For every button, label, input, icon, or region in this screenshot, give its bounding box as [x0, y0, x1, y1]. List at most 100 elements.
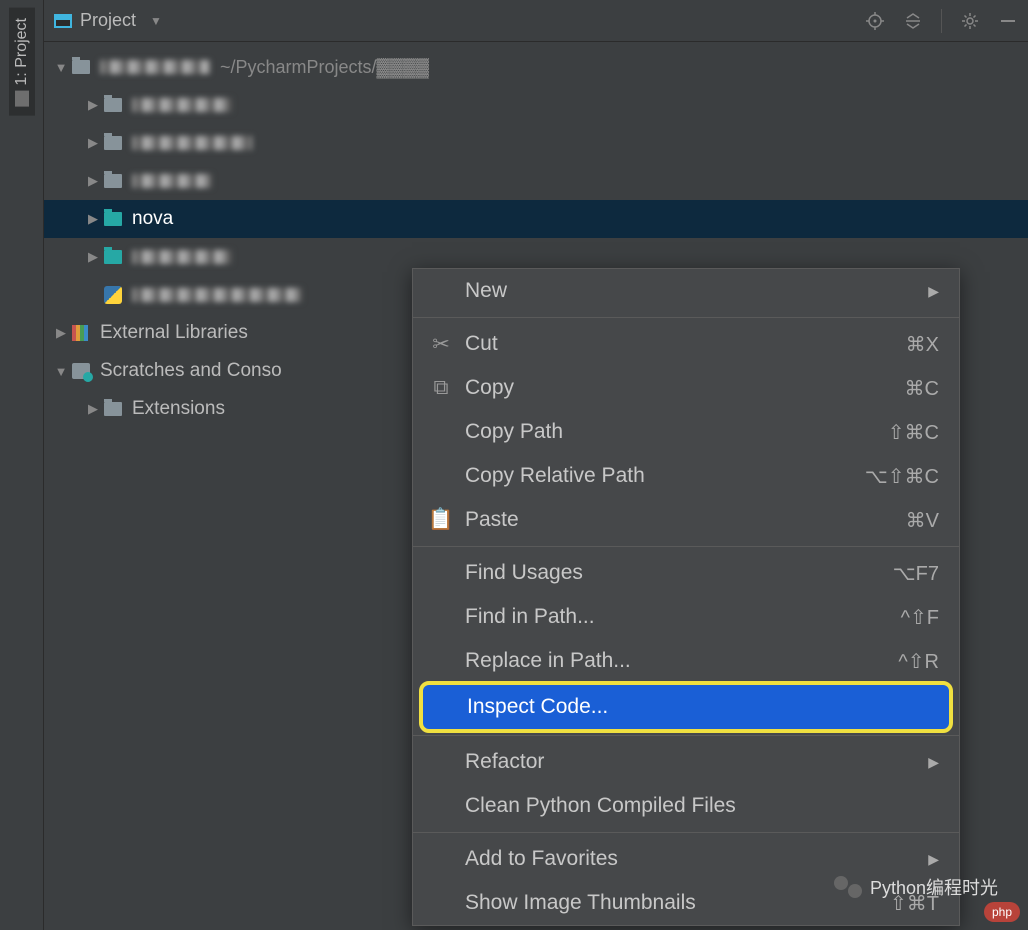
tree-item[interactable]: [44, 86, 1028, 124]
menu-paste[interactable]: 📋 Paste ⌘V: [413, 498, 959, 542]
menu-shortcut: ^⇧R: [898, 649, 939, 674]
menu-separator: [413, 317, 959, 318]
tree-root[interactable]: ~/PycharmProjects/▓▓▓▓: [44, 48, 1028, 86]
project-toolbar: Project ▼: [44, 0, 1028, 42]
tree-label: nova: [132, 208, 173, 230]
watermark: Python编程时光: [834, 874, 998, 900]
menu-label: Clean Python Compiled Files: [465, 794, 736, 818]
tree-label: Extensions: [132, 398, 225, 420]
toolbar-left[interactable]: Project ▼: [54, 10, 162, 31]
collapse-all-icon[interactable]: [903, 11, 923, 31]
chevron-right-icon: ▶: [928, 754, 939, 771]
menu-copy-relative-path[interactable]: Copy Relative Path ⌥⇧⌘C: [413, 454, 959, 498]
side-tab-bar: 1: Project: [0, 0, 44, 930]
menu-label: Copy: [465, 376, 514, 400]
python-file-icon: [104, 286, 122, 304]
folder-icon: [104, 250, 122, 264]
menu-shortcut: ⌘X: [906, 332, 939, 357]
menu-label: New: [465, 279, 507, 303]
scissors-icon: ✂: [431, 334, 451, 354]
side-tab-label: 1: Project: [13, 18, 31, 86]
menu-cut[interactable]: ✂ Cut ⌘X: [413, 322, 959, 366]
folder-icon: [104, 136, 122, 150]
expand-arrow-icon[interactable]: [54, 364, 68, 379]
copy-icon: ⧉: [431, 378, 451, 398]
expand-arrow-icon[interactable]: [86, 135, 100, 151]
menu-shortcut: ⇧⌘C: [888, 420, 939, 445]
chevron-right-icon: ▶: [928, 851, 939, 868]
menu-label: Replace in Path...: [465, 649, 631, 673]
menu-new[interactable]: New ▶: [413, 269, 959, 313]
clipboard-icon: 📋: [431, 510, 451, 530]
menu-label: Copy Relative Path: [465, 464, 645, 488]
locate-icon[interactable]: [865, 11, 885, 31]
expand-arrow-icon[interactable]: [86, 97, 100, 113]
menu-label: Find Usages: [465, 561, 583, 585]
tree-item-nova[interactable]: nova: [44, 200, 1028, 238]
menu-find-usages[interactable]: Find Usages ⌥F7: [413, 551, 959, 595]
expand-arrow-icon[interactable]: [54, 325, 68, 341]
tree-label: External Libraries: [100, 322, 248, 344]
expand-arrow-icon[interactable]: [86, 173, 100, 189]
menu-label: Show Image Thumbnails: [465, 891, 696, 915]
folder-icon: [15, 91, 29, 107]
menu-separator: [413, 832, 959, 833]
tree-label-blurred: [100, 60, 210, 74]
context-menu: New ▶ ✂ Cut ⌘X ⧉ Copy ⌘C Copy Path ⇧⌘C: [412, 268, 960, 926]
minimize-icon[interactable]: [998, 11, 1018, 31]
menu-separator: [413, 546, 959, 547]
expand-arrow-icon[interactable]: [86, 401, 100, 417]
tree-label-blurred: [132, 288, 302, 302]
folder-icon: [72, 60, 90, 74]
menu-label: Cut: [465, 332, 498, 356]
menu-shortcut: ^⇧F: [901, 605, 939, 630]
menu-refactor[interactable]: Refactor ▶: [413, 740, 959, 784]
scratches-icon: [72, 363, 90, 379]
tree-label-blurred: [132, 136, 252, 150]
divider: [941, 9, 942, 33]
gear-icon[interactable]: [960, 11, 980, 31]
folder-icon: [104, 402, 122, 416]
menu-shortcut: ⌥⇧⌘C: [865, 464, 939, 489]
tree-item[interactable]: [44, 124, 1028, 162]
menu-shortcut: ⌘V: [906, 508, 939, 533]
tree-label: Scratches and Conso: [100, 360, 282, 382]
menu-label: Refactor: [465, 750, 544, 774]
menu-separator: [413, 735, 959, 736]
expand-arrow-icon[interactable]: [86, 211, 100, 227]
tree-path: ~/PycharmProjects/▓▓▓▓: [220, 57, 429, 78]
menu-shortcut: ⌥F7: [893, 561, 939, 586]
folder-icon: [104, 98, 122, 112]
folder-icon: [104, 212, 122, 226]
side-tab-project[interactable]: 1: Project: [9, 8, 35, 116]
tree-label-blurred: [132, 98, 232, 112]
menu-shortcut: ⌘C: [905, 376, 939, 401]
wechat-icon: [834, 876, 862, 898]
menu-inspect-code[interactable]: Inspect Code...: [419, 681, 953, 733]
menu-label: Find in Path...: [465, 605, 595, 629]
menu-copy-path[interactable]: Copy Path ⇧⌘C: [413, 410, 959, 454]
tree-label-blurred: [132, 174, 212, 188]
chevron-right-icon: ▶: [928, 283, 939, 300]
tree-label-blurred: [132, 250, 232, 264]
project-tree[interactable]: ~/PycharmProjects/▓▓▓▓ nova: [44, 42, 1028, 930]
menu-find-in-path[interactable]: Find in Path... ^⇧F: [413, 595, 959, 639]
menu-label: Add to Favorites: [465, 847, 618, 871]
menu-replace-in-path[interactable]: Replace in Path... ^⇧R: [413, 639, 959, 683]
php-badge: php: [984, 902, 1020, 922]
menu-copy[interactable]: ⧉ Copy ⌘C: [413, 366, 959, 410]
tree-item[interactable]: [44, 162, 1028, 200]
folder-icon: [104, 174, 122, 188]
menu-label: Paste: [465, 508, 519, 532]
watermark-text: Python编程时光: [870, 874, 998, 900]
menu-label: Inspect Code...: [467, 695, 608, 719]
expand-arrow-icon[interactable]: [54, 60, 68, 75]
project-view-icon: [54, 14, 72, 28]
chevron-down-icon[interactable]: ▼: [150, 14, 162, 28]
main-panel: Project ▼ ~/PycharmProjects/▓▓▓▓: [44, 0, 1028, 930]
menu-clean-python[interactable]: Clean Python Compiled Files: [413, 784, 959, 828]
toolbar-title: Project: [80, 10, 136, 31]
menu-label: Copy Path: [465, 420, 563, 444]
expand-arrow-icon[interactable]: [86, 249, 100, 265]
libraries-icon: [72, 325, 90, 341]
